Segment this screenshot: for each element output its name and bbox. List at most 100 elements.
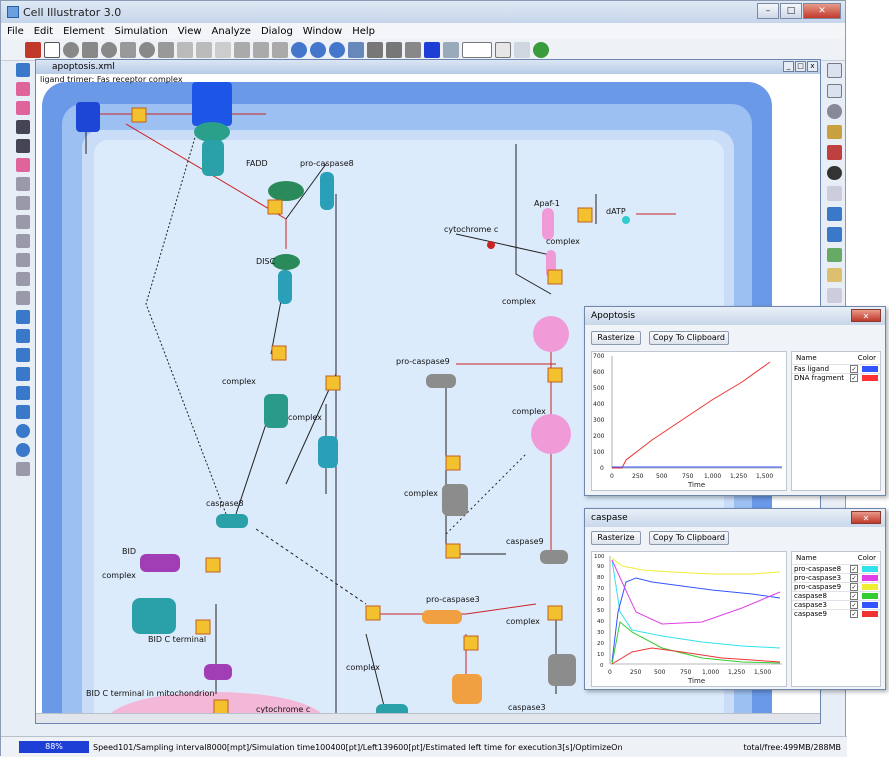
close-button[interactable]: ✕ bbox=[803, 3, 841, 19]
panel2-icon[interactable] bbox=[826, 83, 842, 99]
maximize-button[interactable]: □ bbox=[780, 3, 802, 19]
cytochrome-c[interactable] bbox=[487, 241, 495, 249]
legend-swatch[interactable] bbox=[862, 593, 878, 599]
entity-rect-icon[interactable] bbox=[82, 41, 98, 58]
procaspase3[interactable] bbox=[422, 610, 462, 624]
panel-icon[interactable] bbox=[826, 63, 842, 78]
flag-icon[interactable] bbox=[826, 206, 842, 222]
scissors-icon[interactable] bbox=[826, 145, 842, 160]
chart2-icon[interactable] bbox=[16, 443, 30, 457]
align3-icon[interactable] bbox=[16, 253, 30, 267]
line-style-dropdown[interactable] bbox=[462, 41, 492, 58]
globe-icon[interactable] bbox=[533, 41, 549, 58]
entity-rect3-icon[interactable] bbox=[158, 41, 174, 58]
receptor-tail[interactable] bbox=[202, 140, 224, 176]
apoptosis-rasterize-button[interactable]: Rasterize bbox=[591, 331, 641, 345]
align-icon[interactable] bbox=[16, 215, 30, 229]
legend-checkbox[interactable]: ✓ bbox=[850, 574, 858, 582]
menu-analyze[interactable]: Analyze bbox=[212, 26, 251, 37]
legend-row[interactable]: caspase9 ✓ bbox=[792, 609, 880, 618]
cross-icon[interactable] bbox=[826, 288, 842, 303]
shape3-icon[interactable] bbox=[405, 41, 421, 58]
hand-icon[interactable] bbox=[272, 41, 288, 58]
legend-checkbox[interactable]: ✓ bbox=[850, 592, 858, 600]
grid2-icon[interactable] bbox=[514, 41, 530, 58]
legend-row[interactable]: pro-caspase9 ✓ bbox=[792, 582, 880, 591]
open2-icon[interactable] bbox=[16, 101, 30, 115]
apoptosis-plot[interactable]: 700 600 500 400 300 200 100 0 0 250 500 … bbox=[591, 351, 787, 491]
tool-icon[interactable] bbox=[25, 41, 41, 58]
process-icon[interactable] bbox=[234, 41, 250, 58]
legend-swatch[interactable] bbox=[862, 566, 878, 572]
menu-file[interactable]: File bbox=[7, 26, 24, 37]
legend-checkbox[interactable]: ✓ bbox=[850, 365, 858, 373]
clock-icon[interactable] bbox=[826, 268, 842, 283]
legend-row[interactable]: DNA fragment ✓ bbox=[792, 373, 880, 382]
process2-icon[interactable] bbox=[253, 41, 269, 58]
entity-circle2-icon[interactable] bbox=[101, 41, 117, 58]
legend-checkbox[interactable]: ✓ bbox=[850, 610, 858, 618]
apoptosis-close-button[interactable]: ✕ bbox=[851, 309, 881, 322]
legend-row[interactable]: caspase3 ✓ bbox=[792, 600, 880, 609]
circle-icon[interactable] bbox=[826, 104, 842, 119]
horizontal-scrollbar[interactable] bbox=[36, 713, 820, 723]
redo-icon[interactable] bbox=[16, 196, 30, 210]
zoom-in-icon[interactable] bbox=[291, 41, 307, 58]
procaspase9[interactable] bbox=[426, 374, 456, 388]
apoptosis-copy-button[interactable]: Copy To Clipboard bbox=[649, 331, 729, 345]
fast-forward2-icon[interactable] bbox=[16, 405, 30, 419]
zoom-fit-icon[interactable] bbox=[348, 41, 364, 58]
menu-element[interactable]: Element bbox=[63, 26, 104, 37]
entity-rect2-icon[interactable] bbox=[120, 41, 136, 58]
menu-edit[interactable]: Edit bbox=[34, 26, 53, 37]
fast-forward-icon[interactable] bbox=[16, 386, 30, 400]
entity-circle-icon[interactable] bbox=[63, 41, 79, 58]
doc-maximize-button[interactable]: □ bbox=[795, 61, 806, 72]
complex-8[interactable] bbox=[264, 394, 288, 428]
print-icon[interactable] bbox=[16, 158, 30, 172]
caspase-plot[interactable]: 100 90 80 70 60 50 40 30 20 10 0 0 250 5… bbox=[591, 551, 787, 687]
chart-icon[interactable] bbox=[16, 424, 30, 438]
shape-icon[interactable] bbox=[367, 41, 383, 58]
legend-checkbox[interactable]: ✓ bbox=[850, 601, 858, 609]
step-icon[interactable] bbox=[16, 329, 30, 343]
menu-help[interactable]: Help bbox=[352, 26, 375, 37]
new-icon[interactable] bbox=[16, 63, 30, 77]
caspase8[interactable] bbox=[216, 514, 248, 528]
color-icon[interactable] bbox=[424, 41, 440, 58]
save-as-icon[interactable] bbox=[16, 139, 30, 153]
caspase9[interactable] bbox=[540, 550, 568, 564]
dotted-arrow-icon[interactable] bbox=[215, 41, 231, 58]
legend-row[interactable]: caspase8 ✓ bbox=[792, 591, 880, 600]
datp[interactable] bbox=[622, 216, 630, 224]
pointer-icon[interactable] bbox=[44, 41, 60, 58]
apoptosome[interactable] bbox=[533, 316, 569, 352]
eye-icon[interactable] bbox=[826, 165, 842, 181]
pen-icon[interactable] bbox=[826, 247, 842, 262]
fas-receptor[interactable] bbox=[192, 82, 232, 126]
caspase-close-button[interactable]: ✕ bbox=[851, 511, 881, 524]
menu-window[interactable]: Window bbox=[303, 26, 342, 37]
legend-checkbox[interactable]: ✓ bbox=[850, 583, 858, 591]
gear-icon[interactable] bbox=[826, 124, 842, 140]
menu-simulation[interactable]: Simulation bbox=[115, 26, 168, 37]
caspase-copy-button[interactable]: Copy To Clipboard bbox=[649, 531, 729, 545]
complex-8b[interactable] bbox=[318, 436, 338, 468]
flag2-icon[interactable] bbox=[826, 227, 842, 242]
complex-9[interactable] bbox=[442, 484, 468, 516]
legend-checkbox[interactable]: ✓ bbox=[850, 565, 858, 573]
align2-icon[interactable] bbox=[16, 234, 30, 248]
fas-ligand[interactable] bbox=[76, 102, 100, 132]
zoom-icon[interactable] bbox=[329, 41, 345, 58]
open-icon[interactable] bbox=[16, 82, 30, 96]
distribute-icon[interactable] bbox=[16, 272, 30, 286]
zoom-out-icon[interactable] bbox=[310, 41, 326, 58]
legend-swatch[interactable] bbox=[862, 366, 878, 372]
arrow-down2-icon[interactable] bbox=[196, 41, 212, 58]
menu-view[interactable]: View bbox=[178, 26, 202, 37]
apoptosome-2[interactable] bbox=[531, 414, 571, 454]
bid[interactable] bbox=[140, 554, 180, 572]
graph-icon[interactable] bbox=[826, 186, 842, 201]
legend-row[interactable]: Fas ligand ✓ bbox=[792, 364, 880, 373]
distribute2-icon[interactable] bbox=[16, 291, 30, 305]
